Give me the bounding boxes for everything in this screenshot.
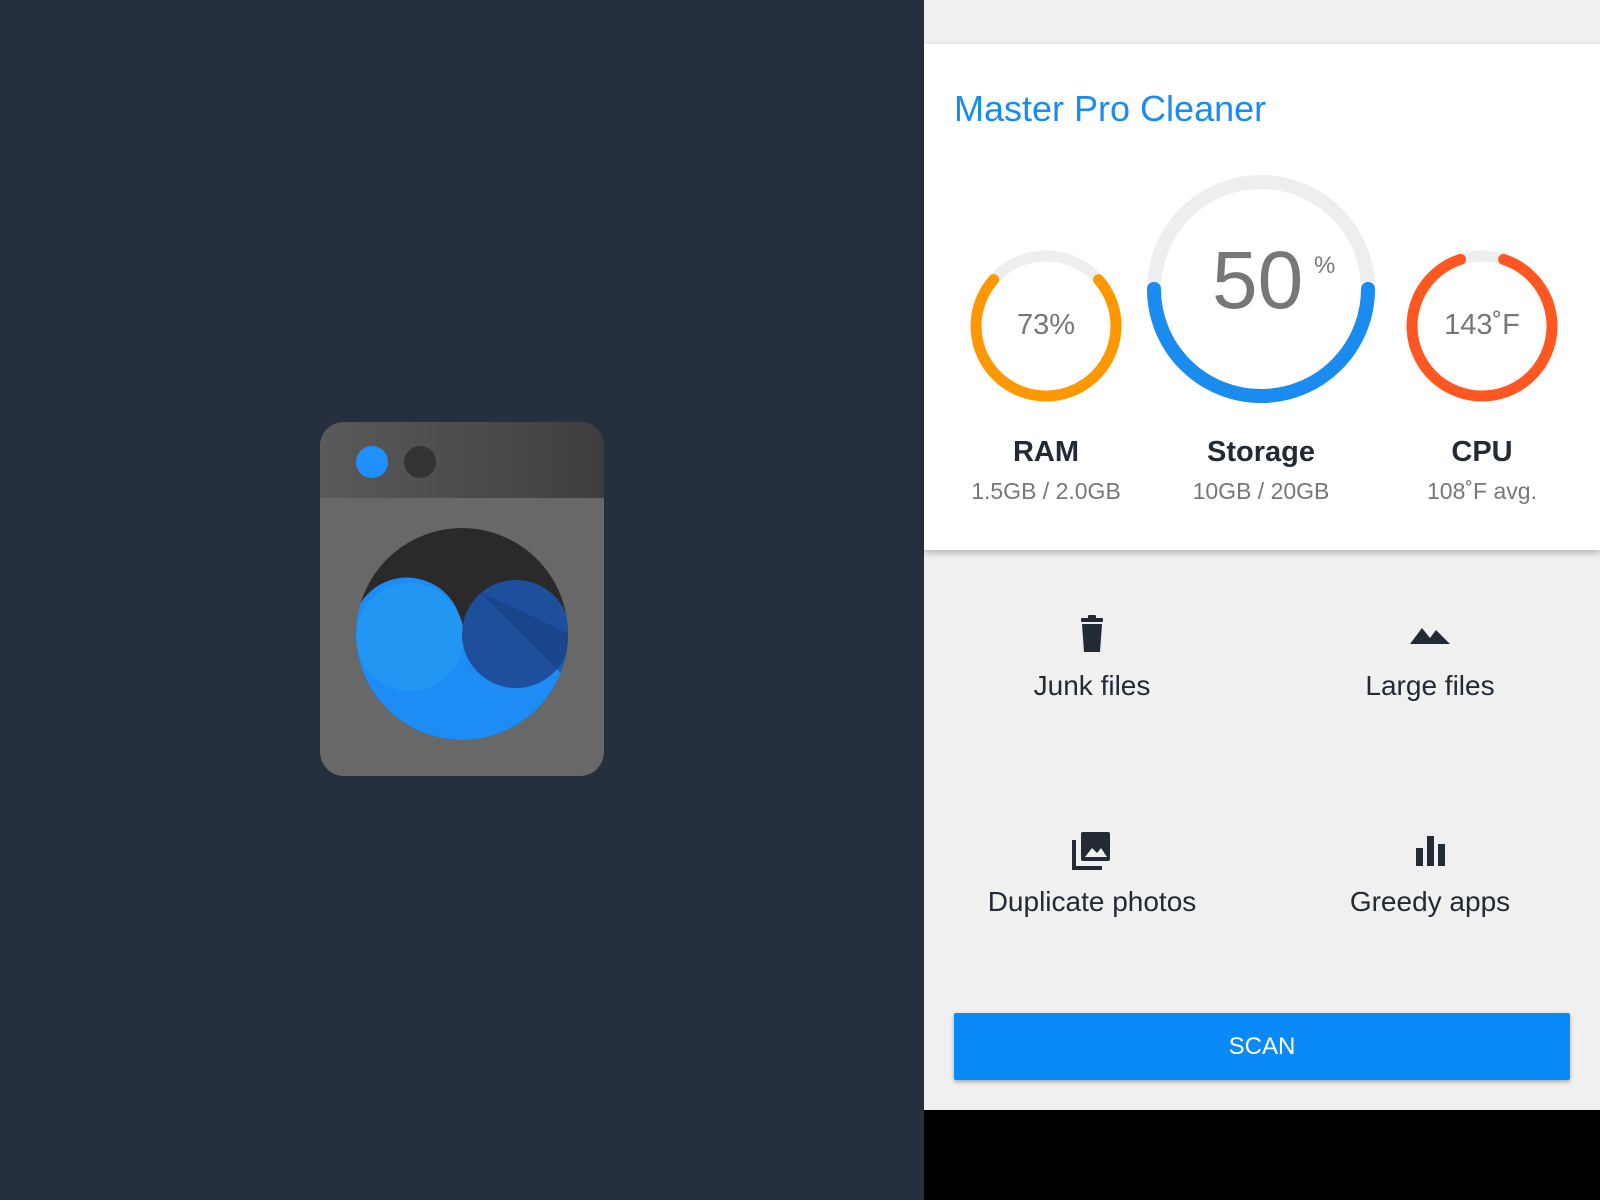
- large-files-label: Large files: [1365, 670, 1495, 701]
- storage-unit: %: [1314, 252, 1336, 279]
- storage-sub: 10GB / 20GB: [1192, 478, 1330, 504]
- scan-button[interactable]: SCAN: [954, 1013, 1570, 1080]
- ram-value: 73%: [1016, 309, 1076, 341]
- storage-gauge: 50 %: [1146, 174, 1376, 404]
- greedy-apps-tile[interactable]: Greedy apps: [1280, 830, 1580, 970]
- ram-gauge: 73%: [968, 248, 1124, 404]
- photo-library-icon: [1072, 832, 1110, 870]
- ram-label: RAM: [1012, 436, 1080, 468]
- large-files-tile[interactable]: Large files: [1280, 614, 1580, 754]
- mountains-icon: [1410, 628, 1450, 644]
- navigation-bar: [924, 1110, 1600, 1200]
- junk-files-label: Junk files: [1033, 670, 1151, 701]
- cpu-label: CPU: [1451, 436, 1513, 468]
- app-title: Master Pro Cleaner: [954, 88, 1267, 129]
- trash-icon: [1081, 615, 1103, 652]
- junk-files-tile[interactable]: Junk files: [942, 614, 1242, 754]
- cpu-gauge: 143˚F: [1404, 248, 1560, 404]
- app-screen: Master Pro Cleaner 73% 50 % 143˚F RAM 1.…: [924, 0, 1600, 1200]
- washing-machine-logo: [320, 422, 604, 776]
- cpu-sub: 108˚F avg.: [1427, 478, 1537, 504]
- status-bar: [924, 0, 1600, 44]
- cpu-value: 143˚F: [1444, 309, 1520, 341]
- greedy-apps-label: Greedy apps: [1349, 886, 1511, 917]
- storage-value: 50: [1212, 235, 1304, 326]
- duplicate-photos-label: Duplicate photos: [987, 886, 1197, 917]
- storage-label: Storage: [1207, 436, 1315, 468]
- ram-sub: 1.5GB / 2.0GB: [971, 478, 1121, 504]
- splash-panel: [0, 0, 924, 1200]
- duplicate-photos-tile[interactable]: Duplicate photos: [942, 830, 1242, 970]
- bar-chart-icon: [1416, 836, 1445, 866]
